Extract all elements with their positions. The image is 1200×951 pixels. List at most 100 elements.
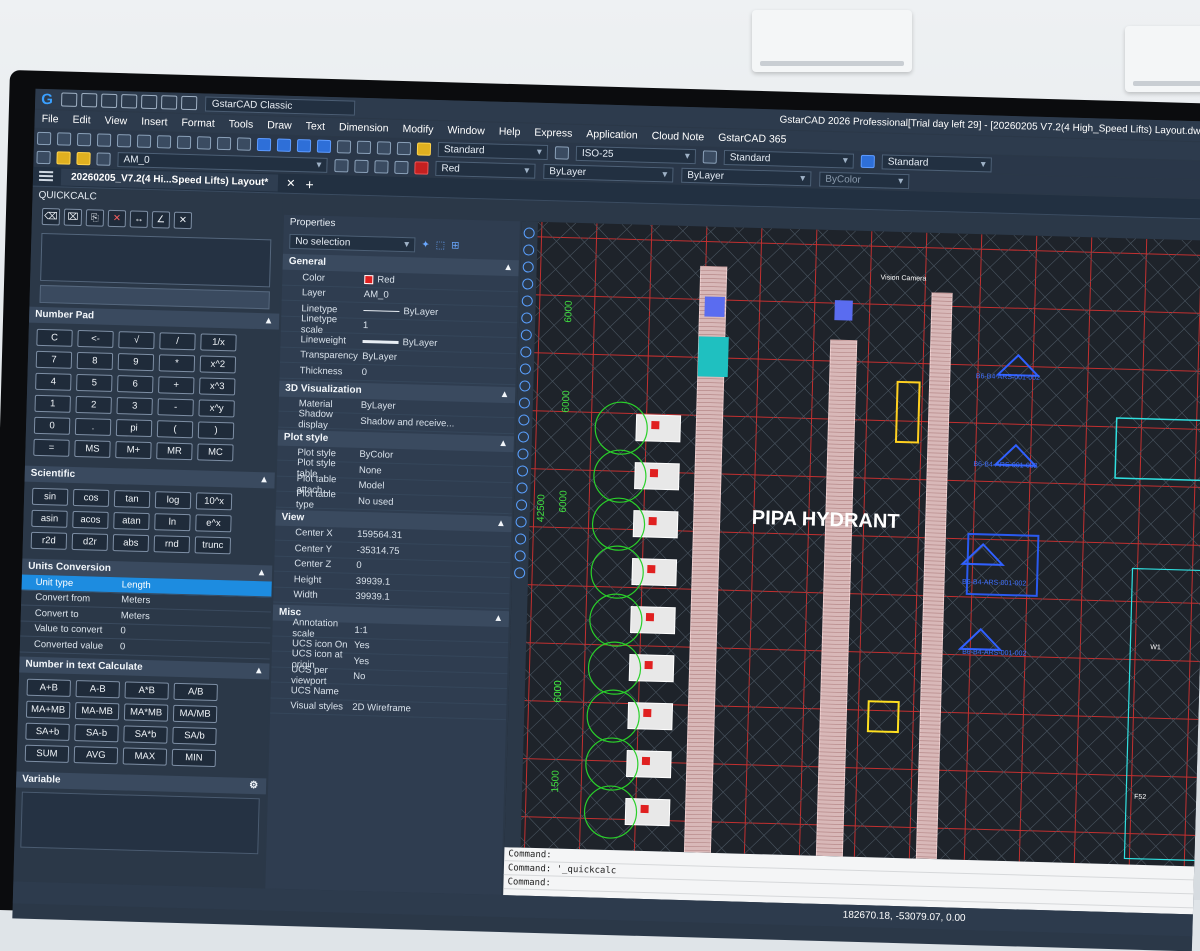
- property-value[interactable]: 0: [356, 367, 516, 382]
- collapse-icon[interactable]: ▴: [259, 565, 264, 581]
- property-value[interactable]: -35314.75: [351, 544, 511, 559]
- calculator-icon[interactable]: [396, 141, 412, 155]
- tab-document[interactable]: 20260205_V7.2(4 Hi...Speed Lifts) Layout…: [60, 168, 279, 192]
- scientific-button[interactable]: sin: [31, 487, 69, 506]
- numpad-button[interactable]: MR: [156, 442, 193, 461]
- collapse-icon[interactable]: ▴: [261, 472, 266, 488]
- units-value[interactable]: 0: [120, 641, 270, 656]
- property-value[interactable]: No: [347, 671, 507, 686]
- text-calc-button[interactable]: A+B: [26, 678, 72, 697]
- ellipse-icon[interactable]: [520, 346, 532, 358]
- numpad-button[interactable]: MC: [197, 443, 234, 462]
- menu-item-file[interactable]: File: [41, 113, 58, 125]
- numpad-button[interactable]: -: [157, 398, 194, 417]
- zoom-realtime-icon[interactable]: [276, 137, 292, 152]
- collapse-icon[interactable]: ▴: [498, 515, 503, 531]
- mtext-icon[interactable]: [518, 414, 530, 426]
- properties-icon[interactable]: [336, 139, 352, 154]
- numpad-button[interactable]: x^2: [199, 355, 237, 374]
- scientific-button[interactable]: e^x: [195, 514, 232, 533]
- open-file-icon[interactable]: [80, 92, 98, 108]
- property-value[interactable]: None: [353, 464, 513, 479]
- text-calc-button[interactable]: SUM: [24, 744, 70, 763]
- property-value[interactable]: 2D Wireframe: [346, 702, 506, 717]
- layer-states-icon[interactable]: [374, 159, 389, 174]
- scientific-button[interactable]: cos: [72, 488, 110, 507]
- workspace-select[interactable]: GstarCAD Classic: [204, 95, 355, 116]
- numpad-button[interactable]: M+: [115, 441, 152, 460]
- collapse-icon[interactable]: ▴: [502, 386, 507, 402]
- text-calc-button[interactable]: A-B: [75, 679, 120, 698]
- history-area[interactable]: [40, 232, 272, 288]
- linetype-select[interactable]: ByLayer: [543, 163, 674, 183]
- menu-item-text[interactable]: Text: [306, 120, 326, 133]
- save-icon[interactable]: [100, 93, 118, 108]
- text-calc-button[interactable]: MA*MB: [123, 702, 169, 722]
- selection-select[interactable]: No selection: [289, 233, 416, 253]
- new-tab-icon[interactable]: +: [305, 176, 314, 192]
- angle-icon[interactable]: ∠: [151, 211, 171, 229]
- menu-item-express[interactable]: Express: [534, 127, 572, 140]
- numpad-button[interactable]: <-: [77, 329, 114, 348]
- dim-style-select[interactable]: ISO-25: [575, 145, 697, 164]
- property-value[interactable]: 159564.31: [351, 529, 511, 544]
- color-select[interactable]: Red: [435, 160, 536, 179]
- collapse-icon[interactable]: ▴: [496, 611, 501, 627]
- clear-history-icon[interactable]: ⌧: [63, 208, 83, 227]
- preview-icon[interactable]: [116, 133, 132, 147]
- menu-item-dimension[interactable]: Dimension: [339, 121, 389, 134]
- numpad-button[interactable]: =: [33, 438, 70, 457]
- numpad-button[interactable]: 3: [116, 397, 153, 416]
- text-icon[interactable]: [514, 550, 526, 562]
- property-value[interactable]: 39939.1: [349, 591, 509, 606]
- wipeout-icon[interactable]: [514, 533, 527, 545]
- spline-icon[interactable]: [520, 329, 532, 341]
- paste-to-command-icon[interactable]: ⎘: [85, 209, 105, 227]
- clear-icon[interactable]: ⌫: [41, 207, 61, 226]
- numpad-button[interactable]: MS: [74, 439, 111, 458]
- property-value[interactable]: [347, 692, 507, 696]
- arc-icon[interactable]: [522, 278, 534, 290]
- paste-icon[interactable]: [176, 135, 192, 149]
- copy-icon[interactable]: [156, 134, 172, 149]
- numpad-button[interactable]: 1: [34, 394, 71, 413]
- undo-icon[interactable]: [216, 136, 232, 150]
- layer-previous-icon[interactable]: [354, 159, 369, 173]
- collapse-icon[interactable]: ▴: [505, 260, 510, 276]
- lineweight-select[interactable]: ByLayer: [681, 167, 812, 186]
- scientific-button[interactable]: abs: [112, 534, 150, 553]
- numpad-button[interactable]: .: [74, 417, 112, 436]
- text-calc-button[interactable]: SA+b: [25, 722, 70, 741]
- new-icon[interactable]: [36, 131, 52, 145]
- scientific-button[interactable]: trunc: [194, 536, 232, 555]
- collapse-icon[interactable]: ▴: [266, 313, 271, 329]
- match-properties-icon[interactable]: [196, 135, 212, 150]
- numpad-button[interactable]: x^3: [199, 377, 236, 396]
- mleader-style-icon[interactable]: [860, 154, 875, 168]
- numpad-button[interactable]: 5: [76, 373, 113, 392]
- menu-item-draw[interactable]: Draw: [267, 119, 292, 132]
- scientific-button[interactable]: d2r: [71, 532, 109, 551]
- undo-icon[interactable]: [160, 95, 178, 110]
- insert-icon[interactable]: [516, 465, 529, 477]
- polyline-icon[interactable]: [523, 244, 535, 256]
- property-value[interactable]: Model: [352, 480, 512, 495]
- numpad-button[interactable]: +: [158, 376, 195, 395]
- scientific-button[interactable]: 10^x: [195, 492, 233, 511]
- property-value[interactable]: 0: [350, 560, 510, 575]
- input-box[interactable]: [39, 284, 270, 310]
- layer-lock-icon[interactable]: [96, 151, 111, 166]
- rectangle-icon[interactable]: [521, 295, 533, 307]
- drawing-canvas[interactable]: PIPA HYDRANT 6000 6000 42500 6000 6000 6000 150…: [504, 221, 1200, 867]
- numpad-button[interactable]: √: [118, 331, 155, 350]
- block-icon[interactable]: [517, 448, 529, 460]
- property-value[interactable]: ByLayer: [356, 336, 516, 351]
- scientific-button[interactable]: asin: [31, 509, 68, 528]
- menu-item-tools[interactable]: Tools: [229, 118, 254, 131]
- pan-icon[interactable]: [256, 137, 272, 151]
- text-calc-button[interactable]: SA-b: [74, 723, 119, 742]
- line-icon[interactable]: [523, 227, 535, 239]
- variable-tools-icon[interactable]: ⚙: [249, 777, 258, 793]
- redo-icon[interactable]: [180, 95, 198, 111]
- polygon-icon[interactable]: [521, 312, 533, 324]
